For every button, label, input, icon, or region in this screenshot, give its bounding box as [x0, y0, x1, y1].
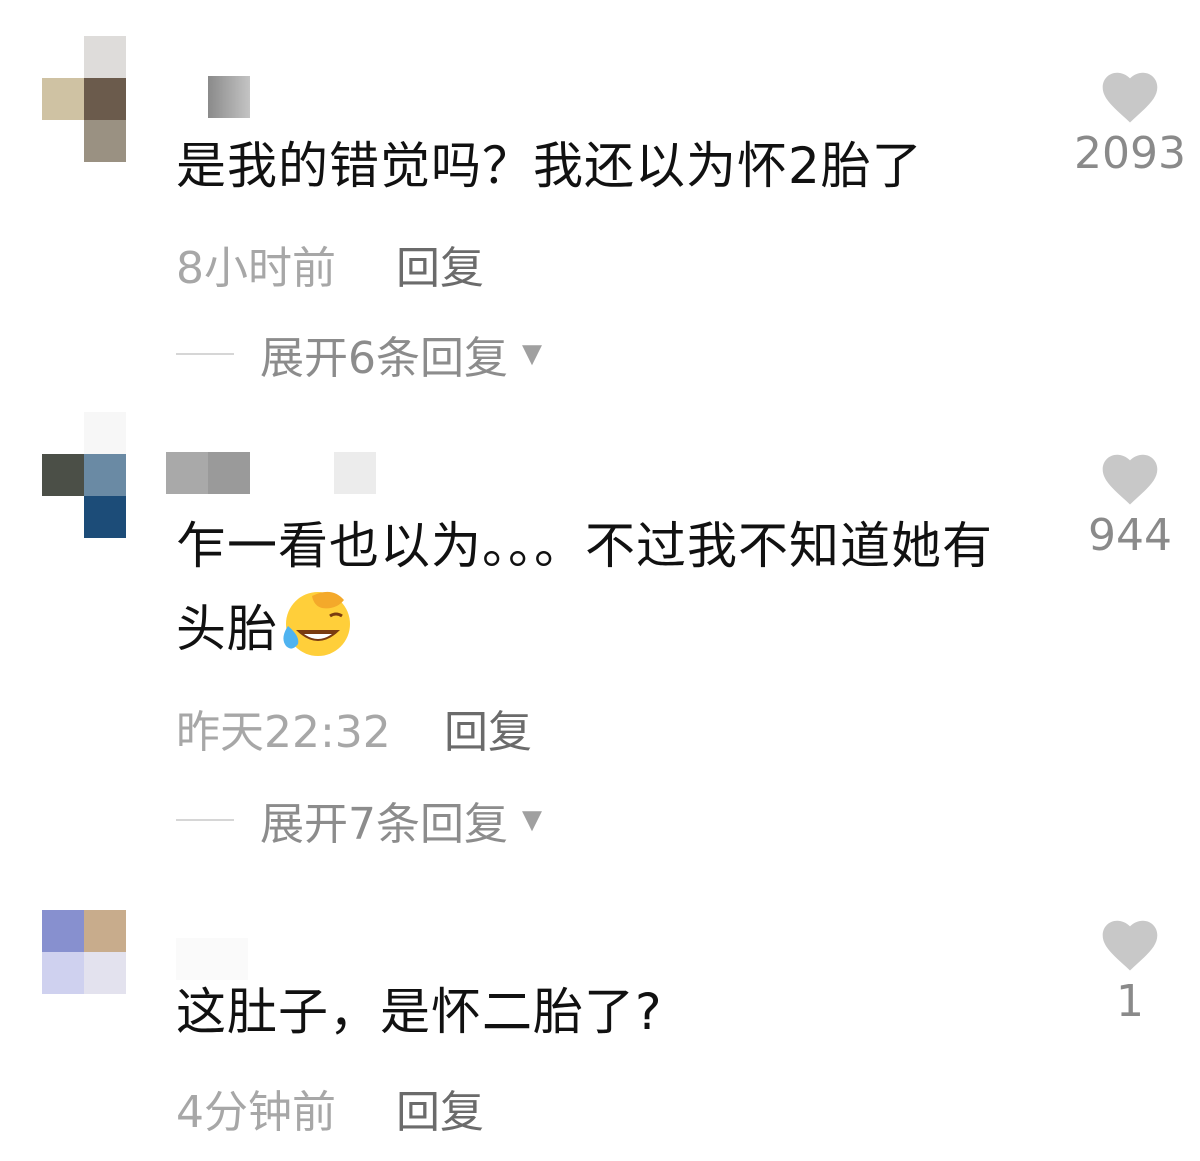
laugh-cry-emoji-icon	[278, 586, 358, 681]
comment-time: 8小时前	[176, 243, 336, 294]
comment-time: 昨天22:32	[176, 707, 391, 758]
avatar[interactable]	[42, 412, 126, 538]
username-blurred[interactable]	[166, 452, 250, 494]
comment-time: 4分钟前	[176, 1087, 336, 1138]
avatar[interactable]	[42, 36, 126, 162]
like-count: 944	[1088, 510, 1172, 561]
caret-down-icon: ▼	[522, 339, 542, 369]
heart-icon	[1102, 920, 1158, 971]
heart-icon	[1102, 454, 1158, 505]
expand-replies-button[interactable]: 展开6条回复 ▼	[176, 324, 542, 384]
username-blurred[interactable]	[208, 76, 250, 118]
reply-button[interactable]: 回复	[396, 1076, 484, 1140]
avatar[interactable]	[42, 910, 126, 994]
comment-item: 是我的错觉吗？我还以为怀2胎了 8小时前 回复 展开6条回复 ▼ 2093	[0, 0, 1200, 400]
username-badge-blurred	[334, 452, 376, 494]
comment-text: 这肚子，是怀二胎了?	[176, 983, 663, 1041]
like-count: 2093	[1074, 128, 1186, 179]
caret-down-icon: ▼	[522, 805, 542, 835]
like-button[interactable]: 1	[1070, 920, 1190, 1027]
comment-text: 乍一看也以为。。。不过我不知道她有头胎	[176, 506, 1036, 681]
heart-icon	[1102, 72, 1158, 123]
like-button[interactable]: 2093	[1070, 72, 1190, 179]
comment-item: 乍一看也以为。。。不过我不知道她有头胎 昨天22:32 回复 展开7条回复 ▼ …	[0, 400, 1200, 870]
expand-replies-label: 展开6条回复	[260, 333, 508, 384]
expand-replies-button[interactable]: 展开7条回复 ▼	[176, 790, 542, 850]
reply-button[interactable]: 回复	[396, 232, 484, 296]
divider-line	[176, 819, 234, 821]
comment-text: 是我的错觉吗？我还以为怀2胎了	[176, 137, 923, 195]
like-button[interactable]: 944	[1070, 454, 1190, 561]
divider-line	[176, 353, 234, 355]
like-count: 1	[1116, 976, 1144, 1027]
expand-replies-label: 展开7条回复	[260, 799, 508, 850]
comment-item: 这肚子，是怀二胎了? 4分钟前 回复 1	[0, 870, 1200, 1161]
reply-button[interactable]: 回复	[444, 696, 532, 760]
